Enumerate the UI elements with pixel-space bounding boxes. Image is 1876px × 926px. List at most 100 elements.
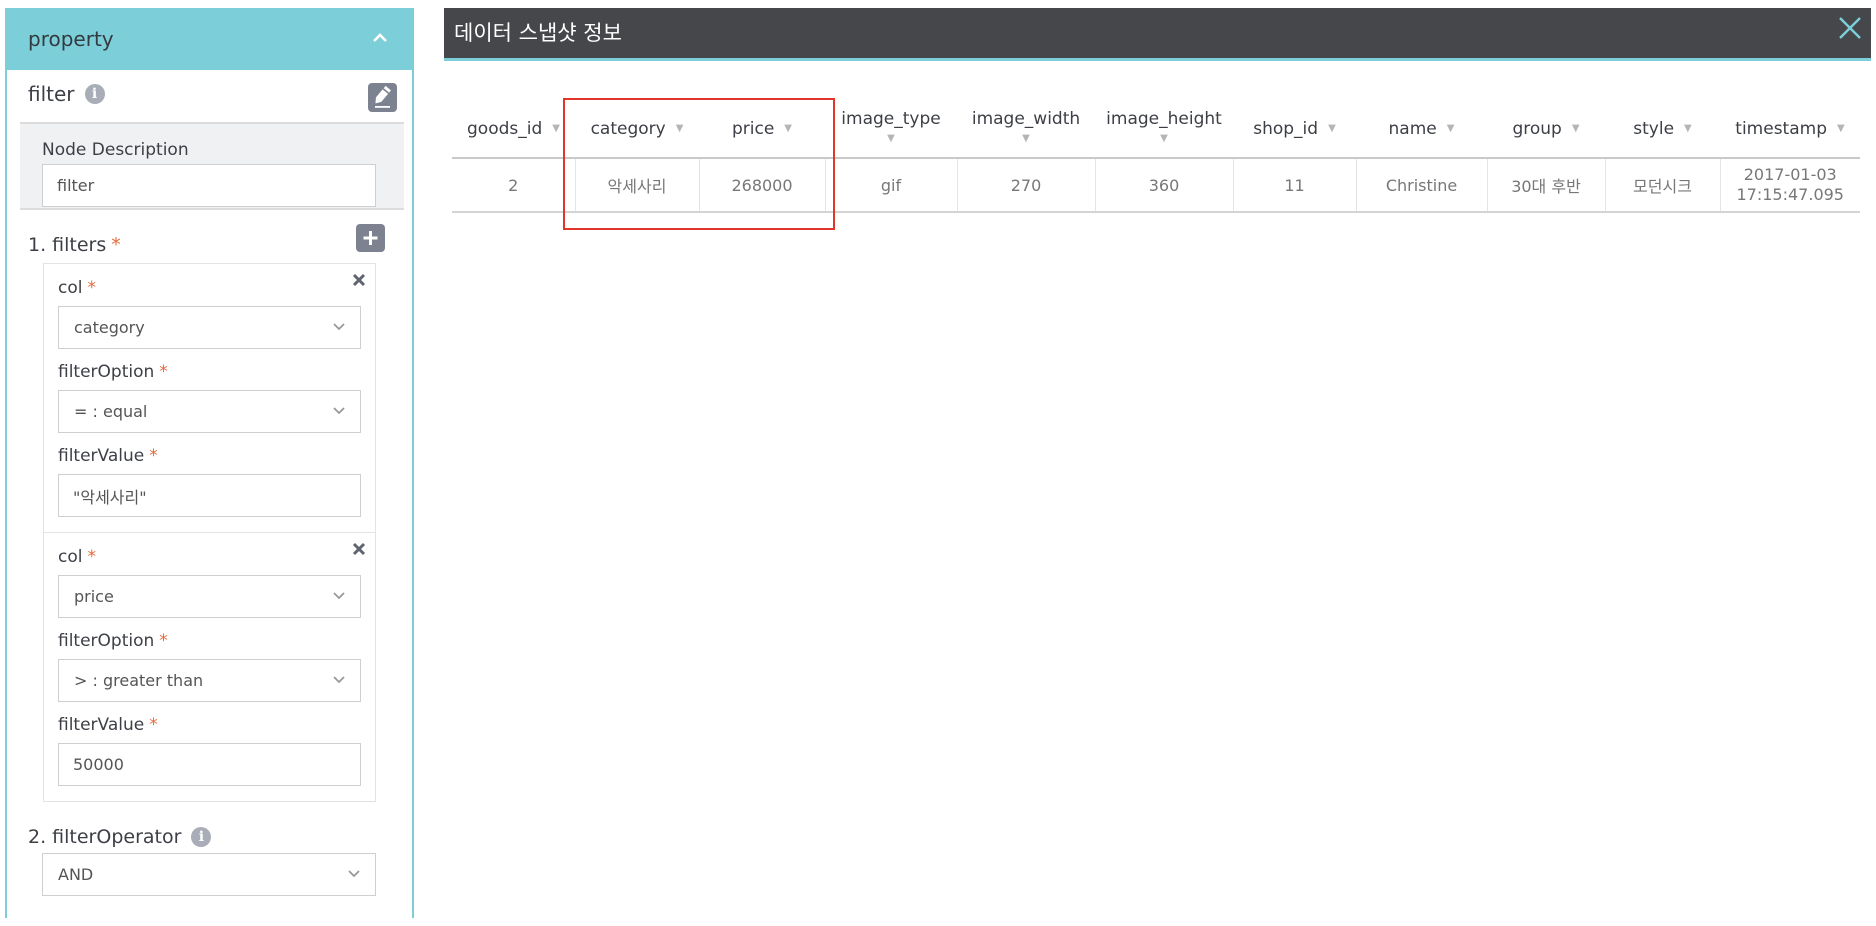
col-select-value: category [74,318,145,337]
required-mark: * [111,234,121,256]
column-header-image_height[interactable]: image_height ▼ [1095,100,1233,159]
panel-header[interactable]: property [7,8,412,70]
sort-arrow-icon[interactable]: ▼ [1022,129,1030,149]
column-header-goods_id[interactable]: goods_id ▼ [452,100,575,159]
chevron-down-icon [333,676,345,684]
required-mark: * [159,631,168,651]
chevron-down-icon [333,592,345,600]
sort-arrow-icon[interactable]: ▼ [1572,123,1580,134]
chevron-down-icon [348,870,360,878]
column-header-style[interactable]: style ▼ [1605,100,1720,159]
col-select[interactable]: price [58,575,361,618]
filter-operator-title: 2. filterOperator i [28,826,212,848]
column-label: goods_id [467,118,543,139]
node-description-label: Node Description [42,140,189,160]
node-description-input[interactable]: filter [42,164,376,207]
remove-filter-button[interactable] [350,271,368,289]
close-button[interactable] [1837,15,1863,41]
col-select-value: price [74,587,114,606]
column-label: price [731,118,775,139]
node-name: filter [28,82,75,106]
filters-section-title: 1. filters * [28,234,121,256]
close-icon [1839,17,1861,39]
edit-button[interactable] [368,83,397,112]
col-label: col * [58,278,96,298]
chevron-up-icon[interactable] [370,30,390,46]
filter-operator-title-text: 2. filterOperator [28,826,182,848]
timestamp-date: 2017-01-03 [1743,165,1837,184]
sort-arrow-icon[interactable]: ▼ [552,123,560,134]
sort-arrow-icon[interactable]: ▼ [1160,129,1168,149]
column-label: group [1512,118,1562,139]
filter-item: col * price filterOption * > : greater tha… [43,532,376,802]
cell-price: 268000 [698,158,825,213]
column-header-price[interactable]: price ▼ [699,100,825,159]
filter-option-value: = : equal [74,402,148,421]
table-row[interactable]: 2 악세사리 268000 gif 270 360 11 Christine 3… [452,158,1860,213]
filter-option-label-text: filterOption [58,631,155,651]
column-label: category [590,118,666,139]
column-header-category[interactable]: category ▼ [575,100,699,159]
filter-option-value: > : greater than [74,671,204,690]
column-header-image_type[interactable]: image_type ▼ [825,100,957,159]
column-label: image_height [1106,108,1222,129]
property-panel: property filter i Node Description filte… [5,8,414,918]
sort-arrow-icon[interactable]: ▼ [887,129,895,149]
sort-arrow-icon[interactable]: ▼ [1684,123,1692,134]
info-icon[interactable]: i [191,827,212,847]
col-select[interactable]: category [58,306,361,349]
filter-item: col * category filterOption * = : equal fi… [43,263,376,533]
close-icon [352,273,366,287]
filter-option-label: filterOption * [58,362,168,382]
filter-value-label: filterValue * [58,446,158,466]
cell-category: 악세사리 [574,158,699,213]
filter-operator-value: AND [58,865,94,884]
col-label-text: col [58,278,83,298]
node-description-section: Node Description filter [20,122,404,210]
filter-operator-select[interactable]: AND [42,853,376,896]
table-header-row: goods_id ▼ category ▼ price ▼ image_type ▼ i… [452,100,1860,159]
required-mark: * [87,278,96,298]
pencil-icon [375,85,391,108]
plus-icon [363,231,378,245]
cell-name: Christine [1355,158,1487,213]
column-header-name[interactable]: name ▼ [1356,100,1487,159]
column-label: shop_id [1253,118,1319,139]
cell-goods_id: 2 [452,158,575,213]
required-mark: * [159,362,168,382]
filter-value-input[interactable]: "악세사리" [58,474,361,517]
column-header-shop_id[interactable]: shop_id ▼ [1233,100,1356,159]
node-title-row: filter i [28,82,105,106]
filter-option-select[interactable]: = : equal [58,390,361,433]
column-header-group[interactable]: group ▼ [1487,100,1605,159]
column-label: name [1388,118,1437,139]
sort-arrow-icon[interactable]: ▼ [1447,123,1455,134]
required-mark: * [149,446,158,466]
required-mark: * [149,715,158,735]
column-label: image_type [841,108,941,129]
cell-timestamp: 2017-01-03 17:15:47.095 [1719,158,1860,213]
data-snapshot-table: goods_id ▼ category ▼ price ▼ image_type ▼ i… [452,100,1860,213]
filter-option-label-text: filterOption [58,362,155,382]
cell-group: 30대 후반 [1486,158,1605,213]
required-mark: * [87,547,96,567]
filter-option-select[interactable]: > : greater than [58,659,361,702]
close-icon [352,542,366,556]
sort-arrow-icon[interactable]: ▼ [784,123,792,134]
filter-value-label-text: filterValue [58,715,145,735]
add-filter-button[interactable] [356,224,385,252]
column-header-timestamp[interactable]: timestamp ▼ [1720,100,1860,159]
modal-header: 데이터 스냅샷 정보 [444,8,1871,61]
info-icon[interactable]: i [84,84,105,104]
cell-shop_id: 11 [1232,158,1356,213]
sort-arrow-icon[interactable]: ▼ [1837,123,1845,134]
column-header-image_width[interactable]: image_width ▼ [957,100,1095,159]
sort-arrow-icon[interactable]: ▼ [1328,123,1336,134]
column-label: timestamp [1735,118,1827,139]
remove-filter-button[interactable] [350,540,368,558]
modal-title: 데이터 스냅샷 정보 [454,21,622,45]
filter-value-input[interactable]: 50000 [58,743,361,786]
sort-arrow-icon[interactable]: ▼ [676,123,684,134]
cell-image_height: 360 [1094,158,1233,213]
cell-image_width: 270 [956,158,1095,213]
